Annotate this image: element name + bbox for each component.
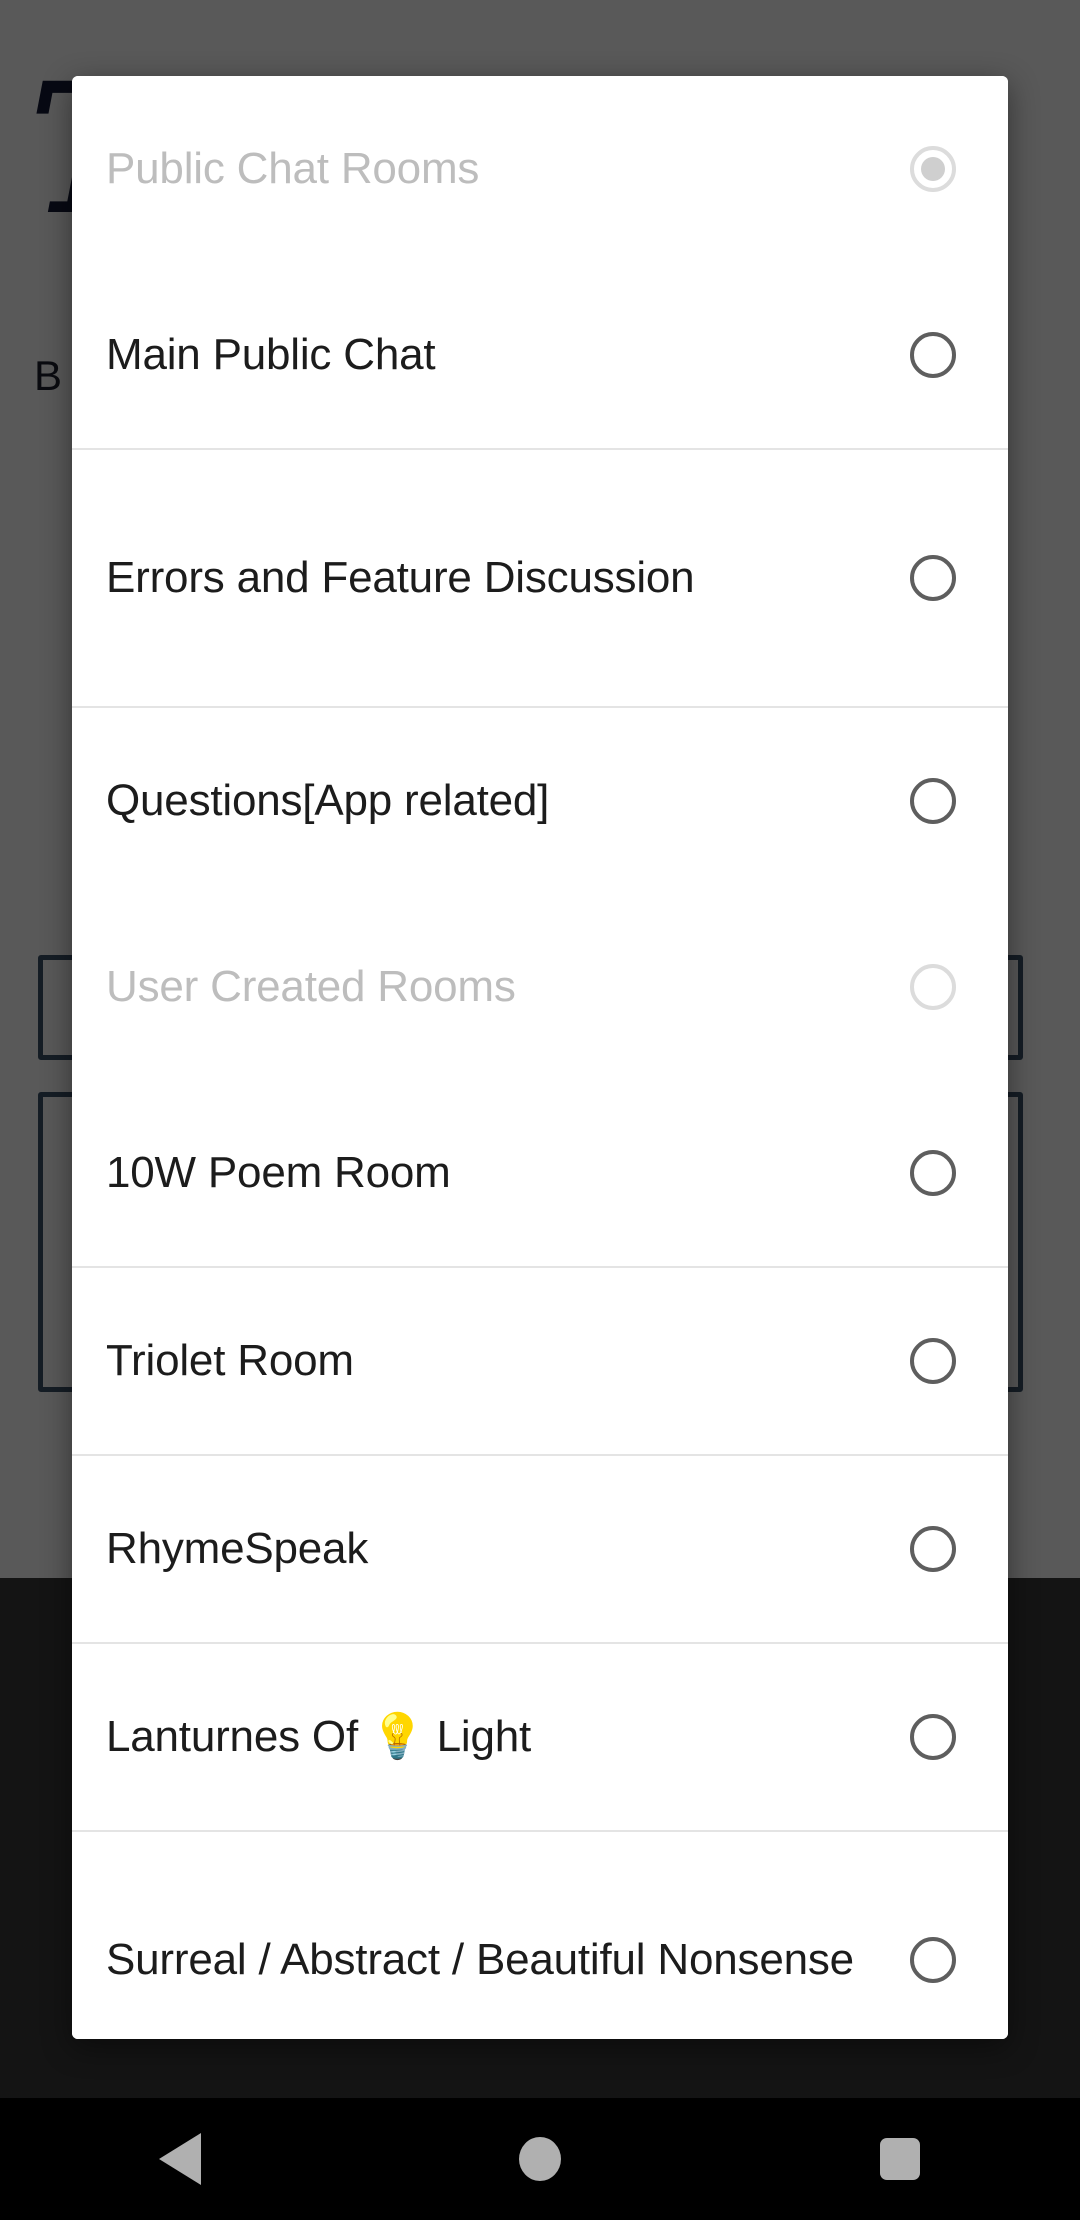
radio-button-10w-poem-room[interactable] [910, 1150, 956, 1196]
dialog-row-label: RhymeSpeak [106, 1524, 369, 1574]
dialog-row-errors-and-feature-discussion[interactable]: Errors and Feature Discussion [72, 450, 1008, 706]
chat-room-select-dialog: Public Chat Rooms Main Public Chat Errors… [72, 76, 1008, 2039]
back-triangle-icon [159, 2133, 201, 2185]
room-list: Main Public Chat Errors and Feature Discu… [72, 262, 1008, 2039]
radio-button-lanturnes-of-light[interactable] [910, 1714, 956, 1760]
dialog-row-label: Triolet Room [106, 1336, 354, 1386]
dialog-row-user-created-rooms[interactable]: User Created Rooms [72, 894, 1008, 1080]
dialog-row-public-chat-rooms[interactable]: Public Chat Rooms [72, 76, 1008, 262]
radio-button-questions-app-related[interactable] [910, 778, 956, 824]
dialog-row-rhymespeak[interactable]: RhymeSpeak [72, 1456, 1008, 1642]
dialog-row-main-public-chat[interactable]: Main Public Chat [72, 262, 1008, 448]
dialog-row-lanturnes-of-light[interactable]: Lanturnes Of 💡 Light [72, 1644, 1008, 1830]
dialog-row-10w-poem-room[interactable]: 10W Poem Room [72, 1080, 1008, 1266]
home-circle-icon [519, 2137, 561, 2181]
dialog-row-label: Main Public Chat [106, 330, 436, 380]
radio-button-main-public-chat[interactable] [910, 332, 956, 378]
recents-square-icon [880, 2138, 920, 2180]
dialog-row-label: Errors and Feature Discussion [106, 553, 695, 603]
screen: T B Public Chat Rooms Main Public ChatEr… [0, 0, 1080, 2220]
radio-button-surreal-abstract-beautiful-nonsense[interactable] [910, 1937, 956, 1983]
dialog-row-label: Questions[App related] [106, 776, 550, 826]
radio-button-errors-and-feature-discussion[interactable] [910, 555, 956, 601]
radio-button-rhymespeak[interactable] [910, 1526, 956, 1572]
home-button[interactable] [450, 2098, 630, 2220]
dialog-row-label: Public Chat Rooms [106, 144, 480, 194]
dialog-row-questions-app-related[interactable]: Questions[App related] [72, 708, 1008, 894]
recents-button[interactable] [810, 2098, 990, 2220]
radio-button-public-chat-rooms[interactable] [910, 146, 956, 192]
dialog-row-surreal-abstract-beautiful-nonsense[interactable]: Surreal / Abstract / Beautiful Nonsense [72, 1832, 1008, 2039]
dialog-row-label: Lanturnes Of 💡 Light [106, 1712, 532, 1762]
android-navigation-bar [0, 2098, 1080, 2220]
dialog-row-label: 10W Poem Room [106, 1148, 451, 1198]
back-button[interactable] [90, 2098, 270, 2220]
radio-button-user-created-rooms[interactable] [910, 964, 956, 1010]
dialog-row-label: Surreal / Abstract / Beautiful Nonsense [106, 1935, 854, 1985]
dialog-row-label: User Created Rooms [106, 962, 516, 1012]
dialog-row-triolet-room[interactable]: Triolet Room [72, 1268, 1008, 1454]
radio-button-triolet-room[interactable] [910, 1338, 956, 1384]
